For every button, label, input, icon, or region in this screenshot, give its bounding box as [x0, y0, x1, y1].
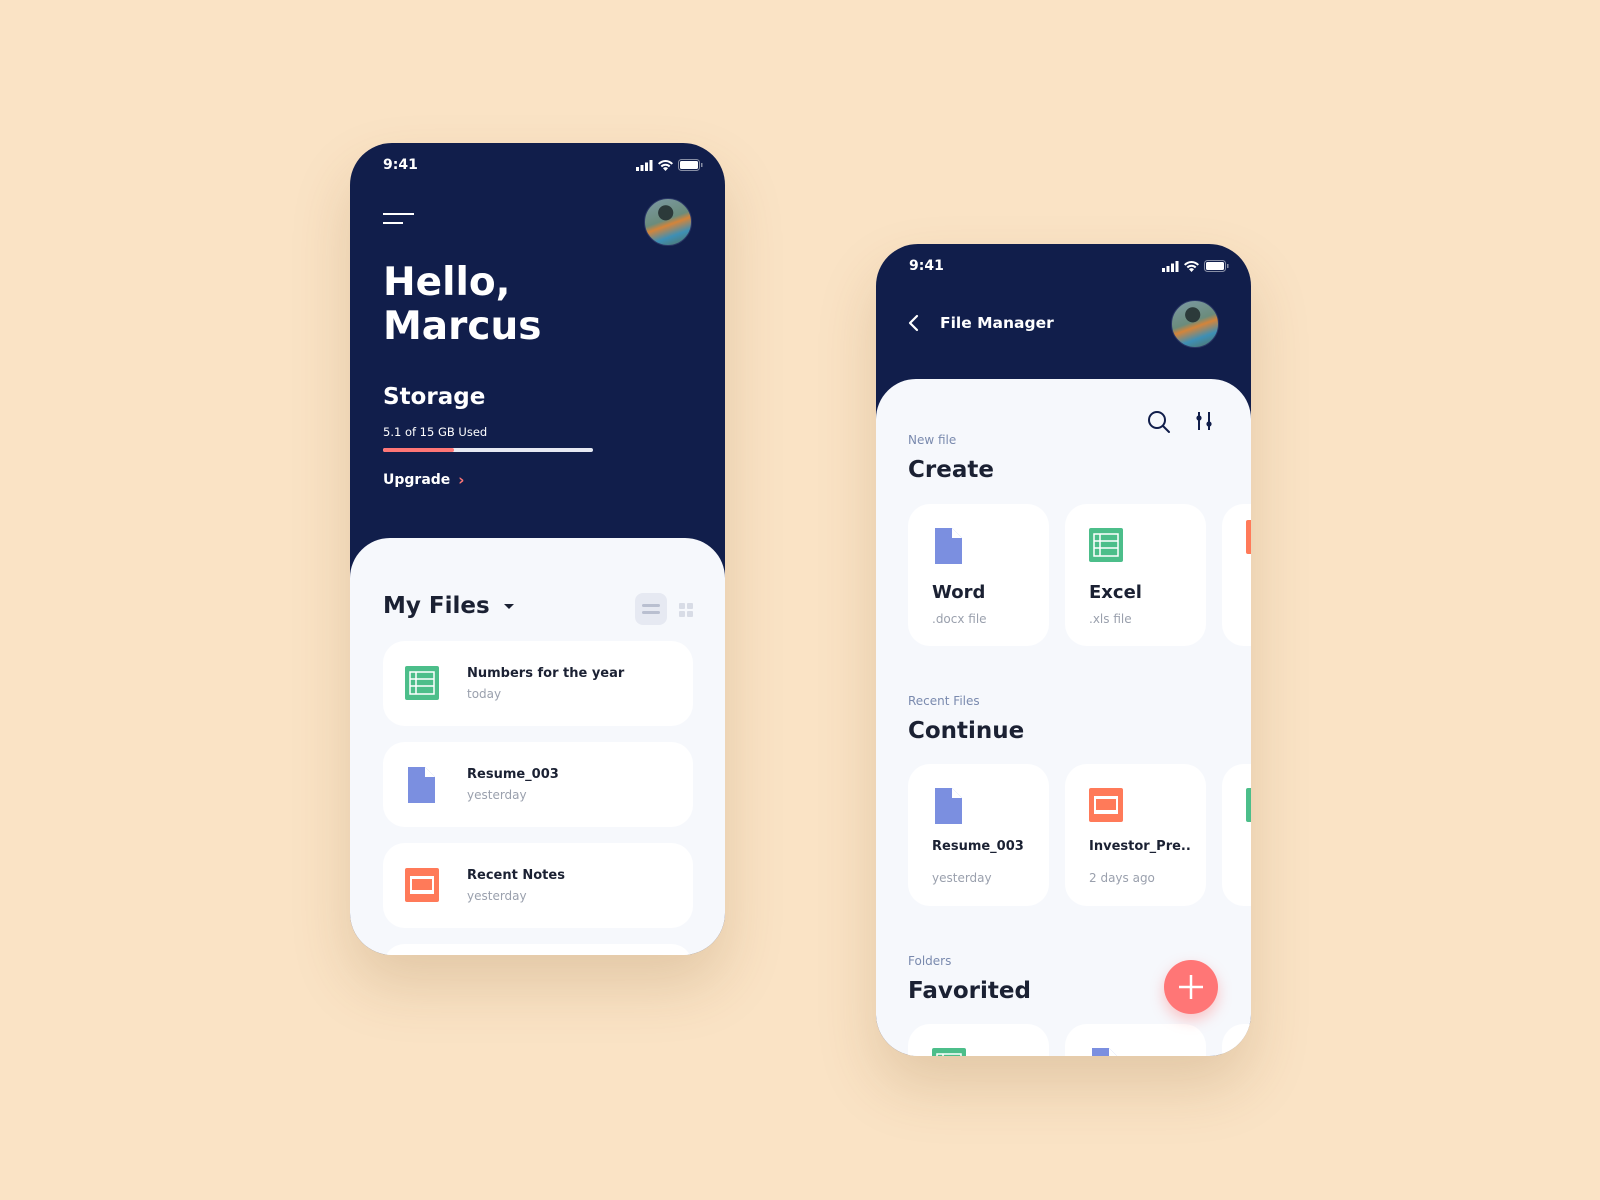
battery-icon	[1204, 260, 1229, 272]
file-date: yesterday	[467, 788, 527, 802]
file-date: today	[467, 687, 502, 701]
recent-file-date: yesterday	[932, 871, 992, 885]
create-overline: New file	[908, 433, 957, 447]
spreadsheet-icon	[405, 666, 439, 700]
create-card-partial[interactable]	[1222, 504, 1251, 646]
recent-file-date: 2 days ago	[1089, 871, 1155, 885]
create-card-name: Excel	[1089, 582, 1142, 603]
document-icon	[1092, 1048, 1119, 1056]
storage-progress-fill	[383, 448, 455, 452]
create-card-type: .xls file	[1089, 612, 1132, 626]
content-panel: New file Create Word .docx file Excel .x…	[876, 379, 1251, 1056]
file-manager-screen: 9:41 File Manager New file Create Word .…	[876, 244, 1251, 1056]
wifi-icon	[1184, 260, 1199, 272]
filter-button[interactable]	[1194, 410, 1216, 432]
create-card[interactable]: Word .docx file	[908, 504, 1049, 646]
storage-usage: 5.1 of 15 GB Used	[383, 425, 488, 439]
recent-card-partial[interactable]	[1222, 764, 1251, 906]
presentation-icon	[405, 868, 439, 902]
battery-icon	[678, 159, 703, 171]
file-name: Resume_003	[467, 767, 559, 782]
file-list-item[interactable]	[383, 944, 693, 955]
back-button[interactable]	[907, 314, 921, 332]
storage-progress-bar	[383, 448, 593, 452]
folder-card[interactable]	[1065, 1024, 1206, 1056]
signal-icon	[1162, 260, 1179, 272]
favorited-overline: Folders	[908, 954, 952, 968]
file-name: Numbers for the year	[467, 666, 625, 681]
status-time: 9:41	[383, 157, 418, 173]
wifi-icon	[658, 159, 673, 171]
file-list-item[interactable]: Recent Notes yesterday	[383, 843, 693, 928]
spreadsheet-icon	[932, 1048, 966, 1056]
create-card[interactable]: Excel .xls file	[1065, 504, 1206, 646]
upgrade-link[interactable]: Upgrade ›	[383, 471, 464, 489]
create-card-type: .docx file	[932, 612, 987, 626]
my-files-title: My Files	[383, 593, 490, 619]
signal-icon	[636, 159, 653, 171]
menu-button[interactable]	[383, 213, 415, 227]
search-button[interactable]	[1147, 410, 1171, 434]
create-card-name: Word	[932, 582, 986, 603]
caret-down-icon	[503, 603, 514, 609]
continue-title: Continue	[908, 718, 1025, 744]
home-screen: 9:41 Hello, Marcus Storage 5.1 of 15 GB …	[350, 143, 725, 955]
recent-file-name: Investor_Pre..	[1089, 839, 1191, 854]
recent-file-card[interactable]: Resume_003 yesterday	[908, 764, 1049, 906]
continue-overline: Recent Files	[908, 694, 980, 708]
avatar[interactable]	[1171, 300, 1219, 348]
document-icon	[935, 788, 962, 824]
file-list-item[interactable]: Numbers for the year today	[383, 641, 693, 726]
my-files-panel: My Files Numbers for the year today Resu…	[350, 538, 725, 955]
presentation-icon	[1246, 520, 1251, 554]
greeting-line1: Hello,	[383, 260, 511, 305]
header-title: File Manager	[940, 314, 1054, 332]
avatar[interactable]	[644, 198, 692, 246]
create-title: Create	[908, 457, 994, 483]
folder-card[interactable]	[908, 1024, 1049, 1056]
status-icons	[636, 159, 703, 171]
greeting-name: Marcus	[383, 304, 542, 349]
plus-icon	[1179, 975, 1203, 999]
storage-title: Storage	[383, 384, 486, 410]
spreadsheet-icon	[1246, 788, 1251, 822]
document-icon	[935, 528, 962, 564]
status-time: 9:41	[909, 258, 944, 274]
status-icons	[1162, 260, 1229, 272]
spreadsheet-icon	[1089, 528, 1123, 562]
upgrade-label: Upgrade	[383, 472, 451, 488]
recent-file-name: Resume_003	[932, 839, 1024, 854]
chevron-right-icon: ›	[458, 471, 465, 489]
add-file-button[interactable]	[1164, 960, 1218, 1014]
grid-view-button[interactable]	[678, 602, 694, 618]
my-files-dropdown[interactable]: My Files	[383, 593, 514, 619]
list-view-button[interactable]	[635, 593, 667, 625]
folder-card[interactable]	[1222, 1024, 1251, 1056]
file-list-item[interactable]: Resume_003 yesterday	[383, 742, 693, 827]
document-icon	[408, 767, 435, 803]
recent-file-card[interactable]: Investor_Pre.. 2 days ago	[1065, 764, 1206, 906]
file-date: yesterday	[467, 889, 527, 903]
presentation-icon	[1089, 788, 1123, 822]
file-name: Recent Notes	[467, 868, 565, 883]
favorited-title: Favorited	[908, 978, 1031, 1004]
